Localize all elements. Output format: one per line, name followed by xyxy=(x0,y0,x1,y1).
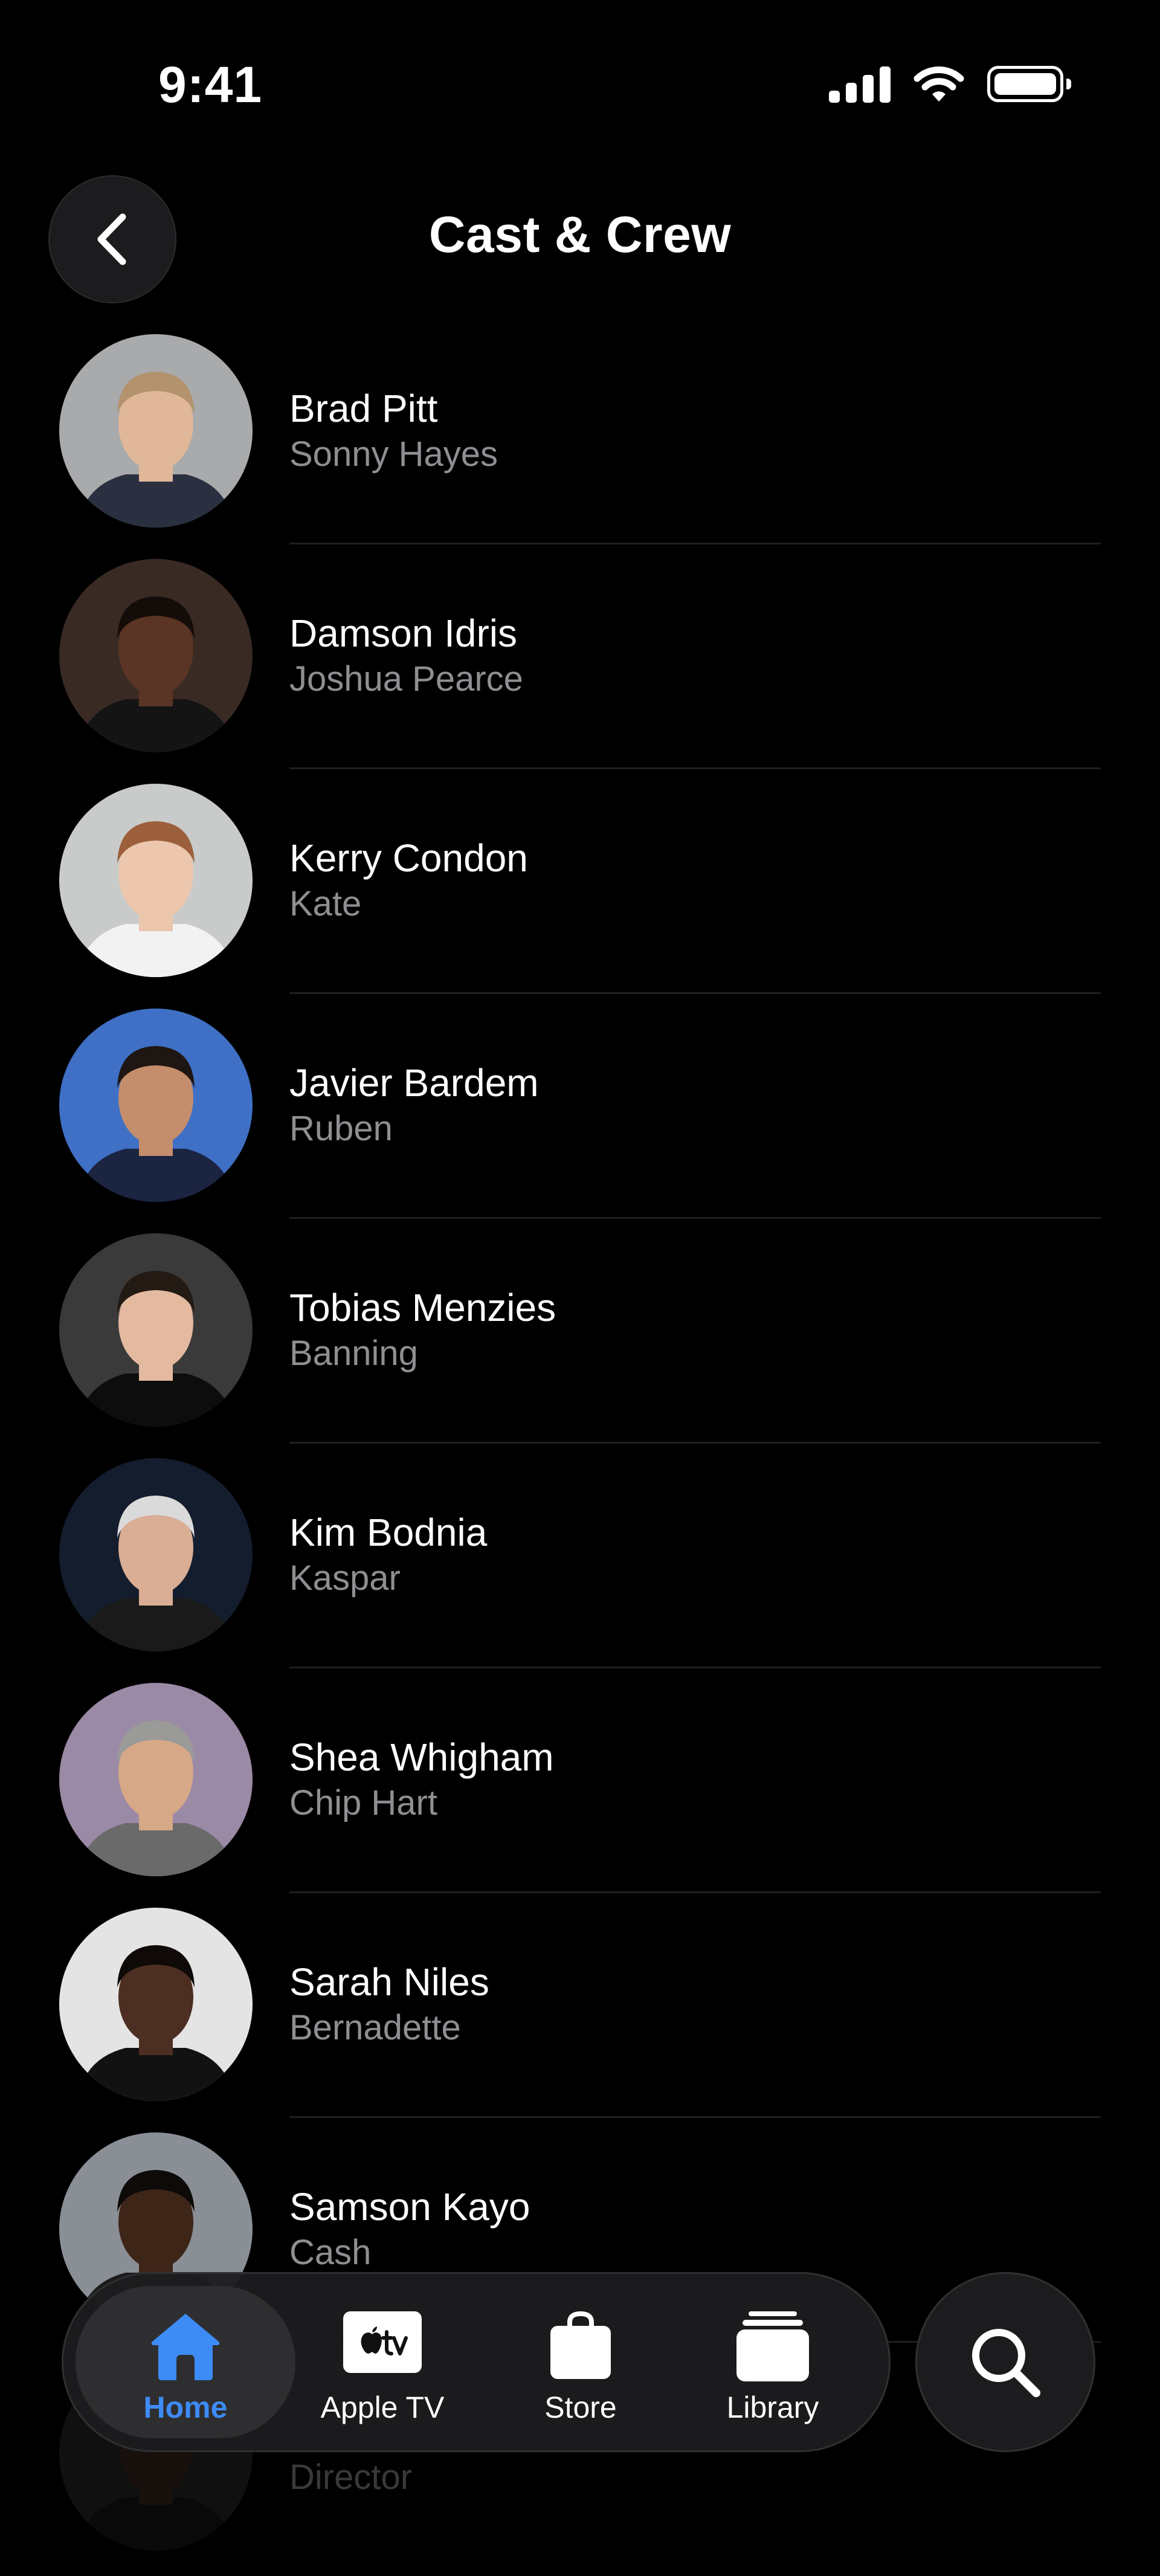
status-icons xyxy=(829,65,1071,103)
cast-name: Kerry Condon xyxy=(289,836,528,880)
avatar xyxy=(59,334,253,528)
magnifying-glass-icon xyxy=(972,2329,1040,2397)
cast-name: Damson Idris xyxy=(289,612,517,655)
status-bar: 9:41 xyxy=(0,0,1160,151)
stack-icon xyxy=(736,2311,809,2381)
house-icon xyxy=(151,2314,220,2380)
cellular-signal-icon xyxy=(829,65,891,103)
avatar xyxy=(59,1233,253,1427)
row-divider xyxy=(289,1891,1101,1893)
avatar xyxy=(59,784,253,977)
row-divider xyxy=(289,1667,1101,1668)
cast-role: Joshua Pearce xyxy=(289,659,523,699)
tab-store[interactable]: Store xyxy=(481,2274,680,2450)
search-button[interactable] xyxy=(915,2272,1095,2452)
row-divider xyxy=(289,2116,1101,2118)
cast-role: Bernadette xyxy=(289,2008,461,2047)
row-divider xyxy=(289,1442,1101,1444)
wifi-icon xyxy=(914,66,964,102)
avatar xyxy=(59,1908,253,2101)
tab-bar: Home Apple TV Store Library xyxy=(62,2272,891,2452)
avatar xyxy=(59,1683,253,1876)
cast-role: Sonny Hayes xyxy=(289,434,498,474)
avatar xyxy=(59,559,253,752)
avatar xyxy=(59,1458,253,1651)
avatar xyxy=(59,1009,253,1202)
cast-row[interactable]: Sarah Niles Bernadette xyxy=(0,1902,1160,2126)
cast-name: Samson Kayo xyxy=(289,2185,530,2229)
cast-role: Chip Hart xyxy=(289,1783,437,1822)
cast-role: Ruben xyxy=(289,1109,393,1148)
tab-apple-tv[interactable]: Apple TV xyxy=(283,2274,482,2450)
cast-list: Brad Pitt Sonny Hayes Damson Idris Joshua P… xyxy=(0,328,1160,2576)
cast-name: Javier Bardem xyxy=(289,1061,539,1105)
battery-icon xyxy=(987,66,1071,102)
row-divider xyxy=(289,1217,1101,1219)
cast-role: Kate xyxy=(289,884,362,923)
cast-row[interactable]: Kerry Condon Kate xyxy=(0,778,1160,1002)
cast-name: Kim Bodnia xyxy=(289,1511,488,1554)
tab-home-label: Home xyxy=(143,2390,228,2424)
bag-icon xyxy=(550,2311,611,2379)
cast-name: Tobias Menzies xyxy=(289,1286,556,1329)
tab-library[interactable]: Library xyxy=(673,2274,872,2450)
cast-row[interactable]: Kim Bodnia Kaspar xyxy=(0,1452,1160,1677)
cast-row[interactable]: Shea Whigham Chip Hart xyxy=(0,1677,1160,1902)
cast-role: Banning xyxy=(289,1334,418,1373)
cast-row[interactable]: Brad Pitt Sonny Hayes xyxy=(0,328,1160,553)
cast-role: Director xyxy=(289,2458,413,2497)
tab-store-label: Store xyxy=(544,2390,617,2424)
status-time: 9:41 xyxy=(158,56,263,113)
row-divider xyxy=(289,767,1101,769)
cast-row[interactable]: Damson Idris Joshua Pearce xyxy=(0,553,1160,778)
cast-name: Brad Pitt xyxy=(289,387,438,430)
apple-tv-icon xyxy=(343,2311,422,2373)
cast-row[interactable]: Tobias Menzies Banning xyxy=(0,1227,1160,1452)
cast-row[interactable]: Javier Bardem Ruben xyxy=(0,1002,1160,1227)
cast-name: Sarah Niles xyxy=(289,1960,489,2004)
row-divider xyxy=(289,992,1101,994)
cast-role: Cash xyxy=(289,2233,372,2272)
page-title: Cast & Crew xyxy=(428,206,732,263)
tab-library-label: Library xyxy=(726,2390,819,2424)
tab-home[interactable]: Home xyxy=(86,2274,285,2450)
cast-name: Shea Whigham xyxy=(289,1735,554,1779)
row-divider xyxy=(289,543,1101,544)
tab-apple-tv-label: Apple TV xyxy=(320,2390,445,2424)
cast-role: Kaspar xyxy=(289,1558,401,1598)
